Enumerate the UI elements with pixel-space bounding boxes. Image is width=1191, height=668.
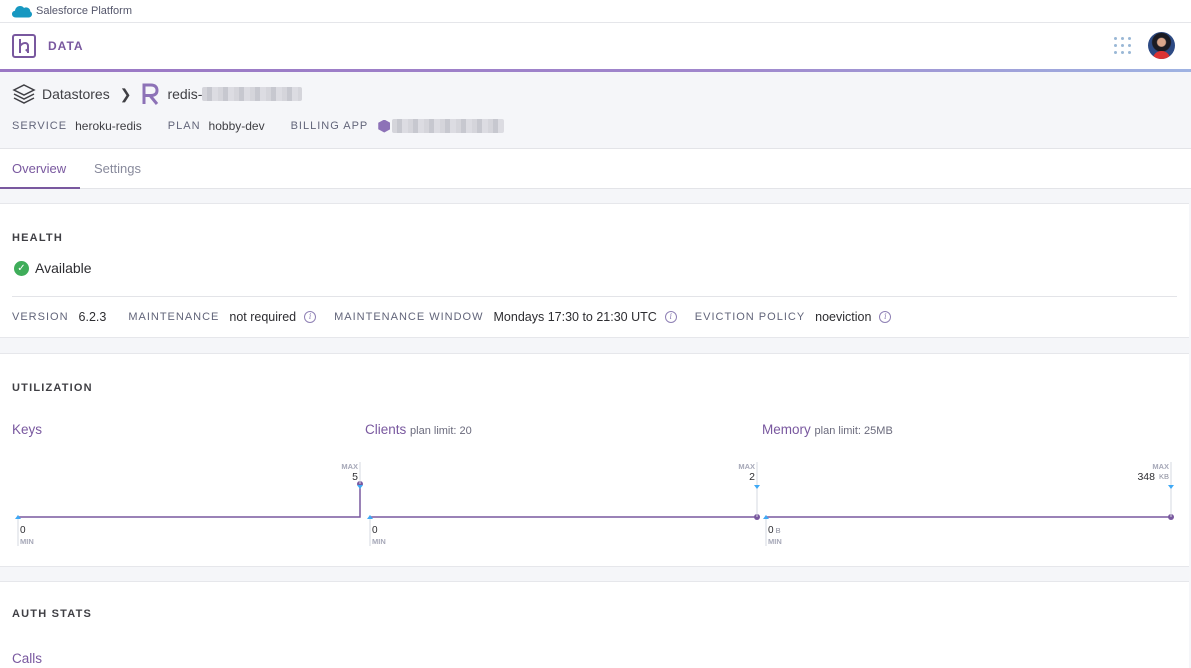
- app-hexagon-icon: [378, 119, 391, 133]
- memory-title: Memory plan limit: 25MB: [762, 422, 893, 437]
- app-grid-icon[interactable]: [1114, 37, 1131, 54]
- tab-overview[interactable]: Overview: [0, 149, 80, 189]
- redis-logo-icon: [142, 83, 159, 105]
- auth-stats-panel: AUTH STATS Calls: [0, 581, 1189, 668]
- clients-plan-limit: plan limit: 20: [410, 425, 472, 437]
- tab-settings[interactable]: Settings: [94, 149, 141, 189]
- platform-bar: Salesforce Platform: [0, 0, 1191, 23]
- memory-min-label: MIN: [768, 537, 782, 546]
- resource-name: redis-: [167, 86, 203, 102]
- info-icon[interactable]: i: [879, 311, 892, 323]
- clients-max-marker: [754, 485, 760, 489]
- avatar[interactable]: [1148, 32, 1175, 59]
- plan-value: hobby-dev: [208, 119, 265, 133]
- memory-max-unit: KB: [1159, 472, 1169, 481]
- info-icon[interactable]: i: [304, 311, 317, 323]
- auth-stats-title: AUTH STATS: [12, 608, 93, 620]
- check-circle-icon: ✓: [14, 260, 29, 276]
- eviction-policy-value: noeviction: [815, 310, 872, 324]
- keys-max-marker: [357, 485, 363, 489]
- salesforce-cloud-icon: [12, 5, 32, 17]
- calls-title: Calls: [12, 651, 43, 666]
- eviction-policy-label: EVICTION POLICY: [694, 311, 806, 323]
- clients-title-text: Clients: [365, 422, 407, 437]
- utilization-title: UTILIZATION: [12, 382, 93, 394]
- memory-min-value: 0B: [768, 525, 781, 536]
- resource-header: Datastores ❯ redis- SERVICE heroku-redis…: [0, 72, 1191, 149]
- maintenance-window-label: MAINTENANCE WINDOW: [334, 311, 484, 323]
- heroku-logo-icon[interactable]: [12, 34, 36, 58]
- info-icon[interactable]: i: [664, 311, 677, 323]
- chevron-right-icon: ❯: [119, 85, 132, 102]
- breadcrumb: Datastores ❯ redis-: [12, 82, 303, 106]
- platform-label: Salesforce Platform: [36, 5, 132, 17]
- keys-series-line: [18, 484, 361, 518]
- clients-max-value: 2: [749, 471, 755, 483]
- memory-max-label: MAX: [1152, 462, 1169, 471]
- version-value: 6.2.3: [78, 310, 107, 324]
- breadcrumb-datastores[interactable]: Datastores: [42, 86, 110, 102]
- billing-app-redacted[interactable]: [392, 119, 505, 133]
- keys-title-text: Keys: [12, 422, 43, 437]
- divider: [12, 296, 1177, 297]
- clients-min-label: MIN: [372, 537, 386, 546]
- utilization-panel: UTILIZATION Keys Clients plan limit: 20 …: [0, 353, 1189, 567]
- memory-title-text: Memory: [762, 422, 811, 437]
- datastores-stack-icon: [12, 84, 36, 104]
- health-status: ✓ Available: [14, 260, 92, 276]
- maintenance-value: not required: [229, 310, 297, 324]
- health-panel: HEALTH ✓ Available VERSION 6.2.3 MAINTEN…: [0, 203, 1189, 338]
- maintenance-window-value: Mondays 17:30 to 21:30 UTC: [493, 310, 657, 324]
- health-title: HEALTH: [12, 232, 63, 244]
- clients-max-label: MAX: [738, 462, 755, 471]
- health-status-text: Available: [35, 260, 92, 276]
- keys-max-value: 5: [352, 471, 358, 483]
- billing-app-label: BILLING APP: [290, 120, 369, 132]
- utilization-charts[interactable]: 0MINMAX50MINMAX20 BMINMAXKB348: [0, 454, 1189, 554]
- tab-bar: Overview Settings: [0, 149, 1191, 189]
- maintenance-label: MAINTENANCE: [128, 311, 220, 323]
- service-value: heroku-redis: [75, 119, 142, 133]
- keys-max-label: MAX: [341, 462, 358, 471]
- clients-title: Clients plan limit: 20: [365, 422, 472, 437]
- resource-meta: SERVICE heroku-redis PLAN hobby-dev BILL…: [12, 119, 505, 133]
- memory-plan-limit: plan limit: 25MB: [814, 425, 893, 437]
- plan-label: PLAN: [167, 120, 201, 132]
- health-facts: VERSION 6.2.3 MAINTENANCE not required i…: [12, 310, 909, 324]
- clients-min-value: 0: [372, 525, 378, 536]
- app-name[interactable]: DATA: [48, 39, 84, 53]
- version-label: VERSION: [12, 311, 69, 323]
- app-header: DATA: [0, 23, 1191, 72]
- resource-name-redacted: [202, 87, 303, 101]
- service-label: SERVICE: [12, 120, 68, 132]
- memory-max-value: 348: [1137, 471, 1155, 483]
- keys-title: Keys: [12, 422, 42, 437]
- keys-min-value: 0: [20, 525, 26, 536]
- memory-max-marker: [1168, 485, 1174, 489]
- keys-min-label: MIN: [20, 537, 34, 546]
